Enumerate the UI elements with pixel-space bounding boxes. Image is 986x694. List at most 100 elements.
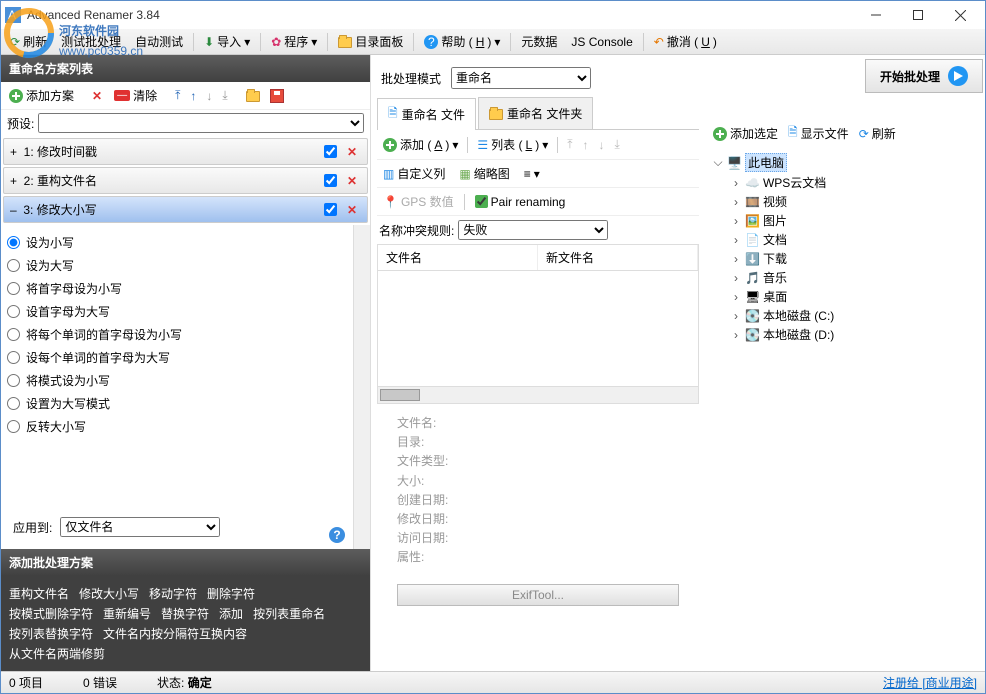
tree-expand-icon[interactable]: › — [730, 195, 742, 209]
tree-node[interactable]: ›⬇️下载 — [709, 249, 981, 268]
th-newfilename[interactable]: 新文件名 — [538, 245, 698, 270]
case-option[interactable]: 将模式设为小写 — [7, 369, 347, 392]
thumbnails-button[interactable]: ▦缩略图 — [455, 163, 513, 184]
tree-node[interactable]: ›💽本地磁盘 (D:) — [709, 325, 981, 344]
open-folder-button[interactable] — [242, 88, 264, 103]
case-option[interactable]: 设为小写 — [7, 231, 347, 254]
tree-node[interactable]: ›💽本地磁盘 (C:) — [709, 306, 981, 325]
exiftool-button[interactable]: ExifTool... — [397, 584, 679, 606]
case-option[interactable]: 将每个单词的首字母设为小写 — [7, 323, 347, 346]
method-link[interactable]: 重构文件名 — [9, 587, 69, 601]
close-button[interactable] — [939, 2, 981, 28]
tree-node[interactable]: ›☁️WPS云文档 — [709, 173, 981, 192]
menu-test-batch[interactable]: 测试批处理 — [55, 31, 127, 52]
method-enable-checkbox[interactable] — [324, 174, 337, 187]
sort-down-button[interactable]: ↓ — [595, 136, 609, 154]
delete-method-button[interactable]: ✕ — [86, 87, 108, 105]
tab-rename-files[interactable]: 🗎重命名 文件 — [377, 98, 476, 130]
method-enable-checkbox[interactable] — [324, 203, 337, 216]
menu-metadata[interactable]: 元数据 — [515, 31, 563, 52]
tree-refresh-button[interactable]: ⟳刷新 — [855, 123, 900, 144]
method-item-2[interactable]: + 2: 重构文件名✕ — [3, 167, 368, 194]
register-link[interactable]: 注册给 [商业用途] — [883, 674, 977, 691]
method-link[interactable]: 从文件名两端修剪 — [9, 647, 105, 661]
tree-node[interactable]: ›🖥桌面 — [709, 287, 981, 306]
menu-undo[interactable]: ↶撤消 (U) — [648, 31, 723, 52]
method-link[interactable]: 替换字符 — [161, 607, 209, 621]
add-files-button[interactable]: 添加 (A) ▾ — [379, 134, 462, 155]
method-link[interactable]: 移动字符 — [149, 587, 197, 601]
case-option[interactable]: 设置为大写模式 — [7, 392, 347, 415]
method-item-3[interactable]: – 3: 修改大小写✕ — [3, 196, 368, 223]
preset-select[interactable] — [38, 113, 364, 133]
method-link[interactable]: 删除字符 — [207, 587, 255, 601]
method-help-button[interactable]: ? — [329, 527, 345, 543]
method-link[interactable]: 添加 — [219, 607, 243, 621]
tree-node[interactable]: ›🖼️图片 — [709, 211, 981, 230]
tab-rename-folders[interactable]: 重命名 文件夹 — [478, 97, 593, 129]
tree-node[interactable]: ›📄文档 — [709, 230, 981, 249]
tree-expand-icon[interactable]: › — [730, 328, 742, 342]
tree-expand-icon[interactable]: › — [730, 271, 742, 285]
menu-import[interactable]: ⬇导入 ▾ — [198, 31, 256, 52]
sort-bottom-button[interactable]: ⤓ — [611, 135, 624, 154]
sort-up-button[interactable]: ↑ — [579, 136, 593, 154]
move-top-button[interactable]: ⤒ — [171, 86, 184, 105]
menu-autotest[interactable]: 自动测试 — [129, 31, 189, 52]
tree-expand-icon[interactable]: › — [730, 214, 742, 228]
case-option[interactable]: 反转大小写 — [7, 415, 347, 438]
apply-to-select[interactable]: 仅文件名 — [60, 517, 220, 537]
add-selected-button[interactable]: 添加选定 — [709, 123, 782, 144]
menu-refresh[interactable]: ⟳刷新 — [4, 31, 53, 52]
file-table-body[interactable] — [378, 271, 698, 386]
batch-mode-select[interactable]: 重命名 — [451, 67, 591, 89]
th-filename[interactable]: 文件名 — [378, 245, 538, 270]
save-preset-button[interactable] — [266, 87, 288, 105]
method-link[interactable]: 文件名内按分隔符互换内容 — [103, 627, 247, 641]
method-link[interactable]: 按模式删除字符 — [9, 607, 93, 621]
case-option[interactable]: 设首字母为大写 — [7, 300, 347, 323]
horizontal-scrollbar[interactable] — [378, 386, 698, 403]
tree-expand-icon[interactable]: › — [730, 290, 742, 304]
method-remove-button[interactable]: ✕ — [343, 145, 361, 159]
method-remove-button[interactable]: ✕ — [343, 174, 361, 188]
tree-node[interactable]: ⌵🖥️此电脑 — [709, 152, 981, 173]
method-remove-button[interactable]: ✕ — [343, 203, 361, 217]
tree-expand-icon[interactable]: › — [730, 309, 742, 323]
menu-program[interactable]: ✿程序 ▾ — [265, 31, 323, 52]
folder-tree[interactable]: ⌵🖥️此电脑›☁️WPS云文档›🎞️视频›🖼️图片›📄文档›⬇️下载›🎵音乐›🖥… — [707, 148, 983, 667]
tree-expand-icon[interactable]: ⌵ — [712, 155, 724, 170]
maximize-button[interactable] — [897, 2, 939, 28]
sort-top-button[interactable]: ⤒ — [563, 135, 576, 154]
clear-methods-button[interactable]: —清除 — [110, 85, 161, 106]
method-link[interactable]: 重新编号 — [103, 607, 151, 621]
move-up-button[interactable]: ↑ — [186, 87, 200, 105]
menu-dir-panel[interactable]: 目录面板 — [332, 31, 409, 52]
gps-input[interactable]: 📍GPS 数值 — [379, 191, 458, 212]
case-option[interactable]: 将首字母设为小写 — [7, 277, 347, 300]
conflict-select[interactable]: 失败 — [458, 220, 608, 240]
tree-node[interactable]: ›🎵音乐 — [709, 268, 981, 287]
tree-expand-icon[interactable]: › — [730, 176, 742, 190]
view-menu-button[interactable]: ≡▾ — [520, 165, 544, 183]
tree-expand-icon[interactable]: › — [730, 233, 742, 247]
start-batch-button[interactable]: 开始批处理 — [865, 59, 983, 93]
tree-expand-icon[interactable]: › — [730, 252, 742, 266]
case-option[interactable]: 设每个单词的首字母为大写 — [7, 346, 347, 369]
case-option[interactable]: 设为大写 — [7, 254, 347, 277]
method-link[interactable]: 按列表重命名 — [253, 607, 325, 621]
pair-renaming-checkbox[interactable]: Pair renaming — [471, 193, 570, 211]
tree-node[interactable]: ›🎞️视频 — [709, 192, 981, 211]
add-method-button[interactable]: 添加方案 — [5, 85, 78, 106]
menu-jsconsole[interactable]: JS Console — [565, 33, 638, 51]
menu-help[interactable]: ?帮助 (H) ▾ — [418, 31, 506, 52]
method-link[interactable]: 修改大小写 — [79, 587, 139, 601]
method-link[interactable]: 按列表替换字符 — [9, 627, 93, 641]
list-menu-button[interactable]: ☰列表 (L) ▾ — [473, 134, 552, 155]
minimize-button[interactable] — [855, 2, 897, 28]
custom-columns-button[interactable]: ▥自定义列 — [379, 163, 449, 184]
method-item-1[interactable]: + 1: 修改时间戳✕ — [3, 138, 368, 165]
method-enable-checkbox[interactable] — [324, 145, 337, 158]
vertical-scrollbar[interactable] — [353, 225, 370, 549]
move-down-button[interactable]: ↓ — [202, 87, 216, 105]
